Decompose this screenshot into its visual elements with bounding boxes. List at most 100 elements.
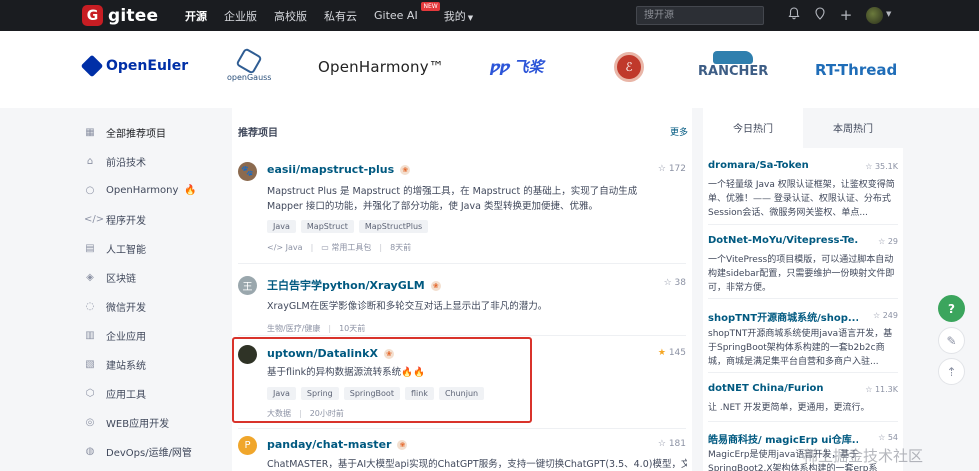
code-icon: </> [84,214,105,225]
project-title-link[interactable]: easii/mapstruct-plus ❀ [267,163,411,176]
partner-feijiang[interactable]: ƿƿ 飞桨 [490,56,544,77]
partner-seal-logo[interactable]: ℰ [614,52,644,82]
star-count[interactable]: ☆ 11.3K [865,385,898,394]
sidebar-item-label: 应用工具 [106,390,146,401]
nav-education[interactable]: 高校版 [274,8,307,24]
hot-item-title[interactable]: dotNET China/Furion [708,383,858,394]
sidebar-item-label: 区块链 [106,274,136,285]
highlight-box [232,337,532,423]
edit-icon[interactable]: ✎ [938,327,965,354]
tag[interactable]: MapStructPlus [358,220,429,233]
sidebar-item-enterprise[interactable]: ▥ 企业应用 [84,321,214,350]
tool-icon: ⬡ [85,388,95,399]
hot-tabs: 今日热门 本周热门 [703,108,903,148]
sidebar-item-devops[interactable]: ◍ DevOps/运维/网管 [84,437,214,466]
project-description: ChatMASTER，基于AI大模型api实现的ChatGPT服务，支持一键切换… [267,459,687,470]
sidebar-item-label: 全部推荐项目 [106,129,166,140]
project-avatar[interactable]: 🐾 [238,162,257,181]
partner-opengauss-label: openGauss [227,73,272,82]
nav-mine-label: 我的 [443,9,466,23]
star-count[interactable]: ☆ 29 [878,237,898,246]
back-to-top-icon[interactable]: ⇡ [938,358,965,385]
fire-icon: 🔥 [184,185,197,196]
partner-logos: OpenEuler openGauss OpenHarmony™ ƿƿ 飞桨 ℰ… [0,31,979,108]
nav-mine[interactable]: 我的 ▼ [444,8,473,24]
recommended-projects: 推荐项目 更多 🐾 easii/mapstruct-plus ❀ ☆ 172 Ma… [232,108,692,471]
sidebar-item-all[interactable]: ▦ 全部推荐项目 [84,118,214,147]
site-icon: ▧ [85,359,95,370]
project-title-link[interactable]: panday/chat-master ❀ [267,438,408,451]
nav-opensource[interactable]: 开源 [185,8,207,24]
devops-icon: ◍ [85,446,95,457]
star-count[interactable]: ☆ 54 [878,433,898,442]
project-description: Mapstruct Plus 是 Mapstruct 的增强工具，在 Mapst… [267,186,638,212]
star-icon: ☆ [865,385,873,394]
help-button[interactable]: ? [938,295,965,322]
gvp-badge-icon: ❀ [397,440,408,450]
star-count-value: 249 [882,311,898,320]
project-tags: Java MapStruct MapStructPlus [267,220,429,233]
user-avatar[interactable] [866,7,883,24]
partner-openharmony[interactable]: OpenHarmony™ [318,58,444,76]
gitee-logo[interactable]: G gitee [82,5,158,26]
partner-rtthread[interactable]: RT-Thread [815,61,897,79]
star-count[interactable]: ☆ 38 [664,278,686,288]
project-category[interactable]: 生物/医疗/健康 [267,324,320,333]
location-icon[interactable] [812,7,828,23]
tab-today-hot[interactable]: 今日热门 [703,108,803,148]
project-avatar[interactable]: 王 [238,276,257,295]
partner-opengauss[interactable]: openGauss [227,47,272,82]
folder-icon: ▭ [321,243,329,252]
nav-private-cloud[interactable]: 私有云 [324,8,357,24]
star-count[interactable]: ☆ 172 [658,164,686,174]
sidebar-item-dev[interactable]: </> 程序开发 [84,205,214,234]
star-icon: ☆ [878,433,886,442]
section-title: 推荐项目 [238,128,278,139]
star-count[interactable]: ☆ 181 [658,439,686,449]
more-link[interactable]: 更多 [670,125,688,138]
star-count[interactable]: ☆ 249 [873,311,898,320]
star-count[interactable]: ☆ 35.1K [865,162,898,171]
project-avatar[interactable]: P [238,436,257,455]
project-language[interactable]: Java [286,243,303,252]
nav-enterprise[interactable]: 企业版 [224,8,257,24]
sidebar-item-label: OpenHarmony [106,185,179,196]
hot-item-title[interactable]: shopTNT开源商城系统/shop... [708,309,858,324]
divider [238,335,686,336]
partner-openeuler[interactable]: OpenEuler [80,54,188,78]
tab-week-hot[interactable]: 本周热门 [803,108,903,148]
sidebar-item-frontier[interactable]: ⌂ 前沿技术 [84,147,214,176]
sidebar-item-openharmony[interactable]: ○ OpenHarmony 🔥 [84,176,214,205]
project-category[interactable]: 常用工具包 [331,243,371,252]
nav-gitee-ai[interactable]: Gitee AI NEW [374,2,440,22]
plus-icon[interactable]: + [838,7,854,23]
star-icon: ★ [657,348,666,358]
star-count-value: 54 [887,433,898,442]
tag[interactable]: MapStruct [300,220,354,233]
partner-rancher-label: RANCHER [698,64,769,79]
sidebar-item-ai[interactable]: ▤ 人工智能 [84,234,214,263]
hot-item-title[interactable]: 皓易商科技/ magicErp ui仓库... [708,431,858,446]
sidebar-item-web[interactable]: ◎ WEB应用开发 [84,408,214,437]
sidebar-item-blockchain[interactable]: ◈ 区块链 [84,263,214,292]
sidebar-item-site[interactable]: ▧ 建站系统 [84,350,214,379]
sidebar-item-wechat[interactable]: ◌ 微信开发 [84,292,214,321]
tag[interactable]: Java [267,220,296,233]
star-icon: ☆ [873,311,881,320]
sidebar-item-tools[interactable]: ⬡ 应用工具 [84,379,214,408]
star-count-value: 38 [674,278,686,288]
bell-icon[interactable] [786,7,802,23]
wechat-icon: ◌ [85,301,95,312]
sidebar-item-label: DevOps/运维/网管 [106,448,192,459]
chevron-down-icon[interactable]: ▼ [886,10,891,18]
star-count[interactable]: ★ 145 [658,348,686,358]
partner-openharmony-label: OpenHarmony™ [318,58,445,76]
partner-rancher[interactable]: RANCHER [698,51,768,79]
hot-item-title[interactable]: dromara/Sa-Token [708,160,858,171]
divider [708,224,898,225]
hot-item-title[interactable]: DotNet-MoYu/Vitepress-Te... [708,235,858,246]
code-icon: </> [267,243,284,252]
search-input[interactable]: 搜开源 [636,6,764,25]
gvp-badge-icon: ❀ [430,281,441,291]
project-title-link[interactable]: 王白告宇学python/XrayGLM ❀ [267,277,441,293]
